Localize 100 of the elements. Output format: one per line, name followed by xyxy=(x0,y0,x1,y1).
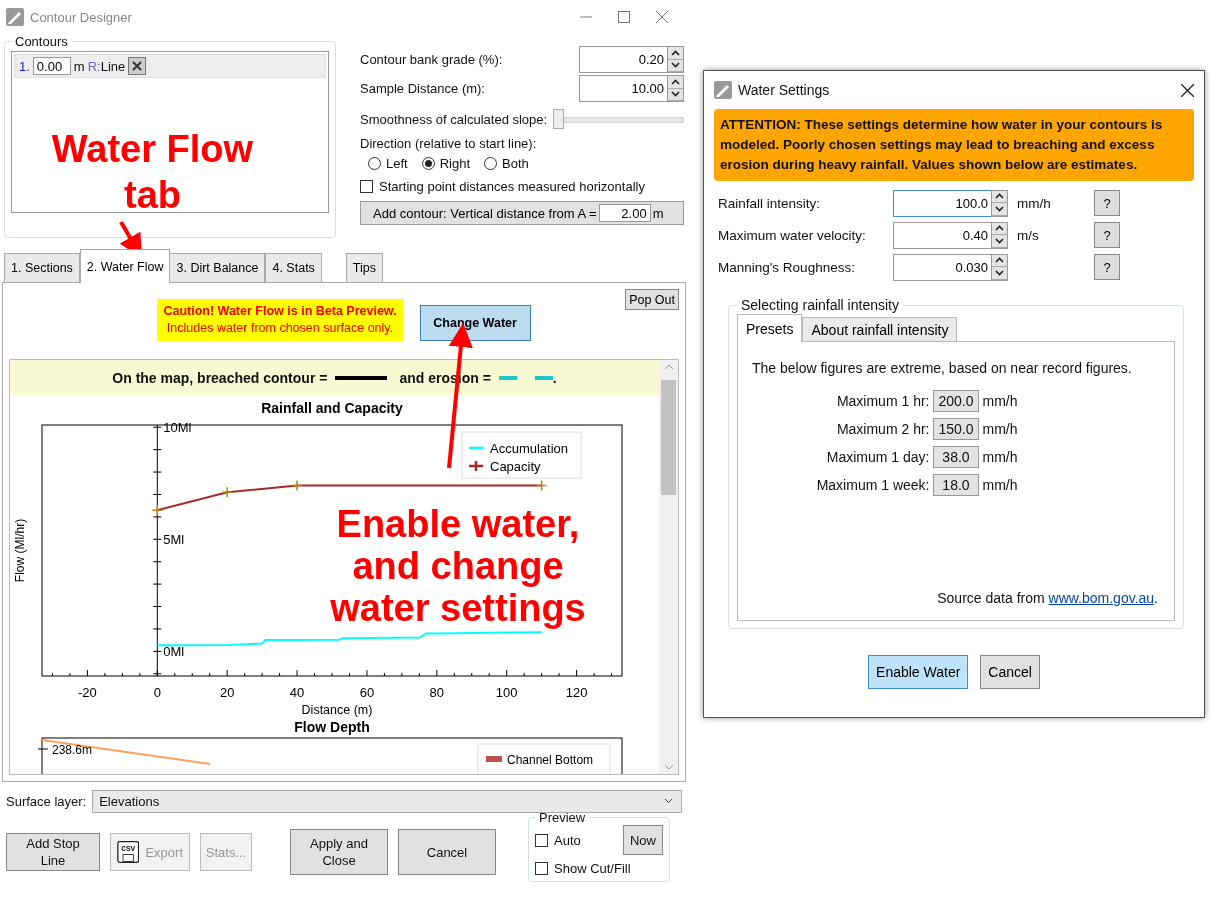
help-button[interactable]: ? xyxy=(1094,222,1120,248)
tick-label: 80 xyxy=(429,685,445,700)
scrollbar[interactable] xyxy=(659,360,678,774)
field-label: Sample Distance (m): xyxy=(360,81,485,96)
now-button[interactable]: Now xyxy=(623,825,663,855)
checkbox[interactable] xyxy=(360,179,373,193)
tick-label: 40 xyxy=(289,685,305,700)
chevron-up-icon xyxy=(995,225,1004,232)
tab[interactable]: 1. Sections xyxy=(4,253,80,283)
number-field[interactable]: 0.40 xyxy=(893,221,991,249)
preset-label: Maximum 1 hr: xyxy=(835,393,930,409)
apply-and-close-button[interactable]: Apply and Close xyxy=(290,829,388,875)
legend-label: Channel Bottom xyxy=(507,753,594,767)
chart-title: Flow Depth xyxy=(294,720,370,735)
surface-layer-dropdown[interactable]: Elevations xyxy=(92,789,682,813)
tab[interactable]: Tips xyxy=(345,253,383,283)
unit-label: mm/h xyxy=(982,393,1019,409)
spin-up-button[interactable] xyxy=(668,76,683,89)
tab[interactable]: 2. Water Flow xyxy=(79,249,171,283)
chevron-down-icon xyxy=(671,91,680,98)
unit-label: mm/h xyxy=(1016,195,1052,211)
chevron-up-icon xyxy=(995,193,1004,200)
unit-label: m xyxy=(652,205,664,221)
preset-label: Maximum 2 hr: xyxy=(835,421,930,437)
help-button[interactable]: ? xyxy=(1094,190,1120,216)
tick-label: 0 xyxy=(153,685,161,700)
caution-note: Includes water from chosen surface only. xyxy=(165,320,395,337)
group-title: Selecting rainfall intensity xyxy=(740,297,900,313)
cancel-button[interactable]: Cancel xyxy=(980,655,1040,689)
tick-label: 0Ml xyxy=(163,644,185,660)
dropdown-value: Elevations xyxy=(99,793,160,809)
tick-label: 60 xyxy=(359,685,375,700)
spin-up-button[interactable] xyxy=(668,47,683,60)
help-button[interactable]: ? xyxy=(1094,254,1120,280)
chevron-up-icon xyxy=(995,257,1004,264)
spin-up-button[interactable] xyxy=(992,254,1007,267)
annotation-text: Water Flow tab xyxy=(50,127,255,218)
radio-button[interactable] xyxy=(421,156,435,170)
prefix-label: R: xyxy=(87,58,101,74)
field-label: Contour bank grade (%): xyxy=(360,52,503,67)
cancel-button[interactable]: Cancel xyxy=(398,829,496,875)
preset-value[interactable]: 150.0 xyxy=(933,418,979,440)
spin-up-button[interactable] xyxy=(992,190,1007,203)
checkbox[interactable] xyxy=(535,833,548,847)
tab[interactable]: Presets xyxy=(737,314,803,342)
checkbox-label: Starting point distances measured horizontally xyxy=(379,178,645,194)
field-label: Maximum water velocity: xyxy=(718,227,867,243)
add-contour-button[interactable]: Add contour: Vertical distance from A = 2.00 m xyxy=(360,201,684,225)
distance-field[interactable]: 2.00 xyxy=(598,204,651,222)
radio-button[interactable] xyxy=(484,156,498,170)
tab[interactable]: About rainfall intensity xyxy=(802,317,958,342)
source-link[interactable]: www.bom.gov.au xyxy=(1048,590,1155,606)
close-icon xyxy=(132,61,143,71)
preset-value[interactable]: 18.0 xyxy=(933,474,979,496)
chevron-down-icon xyxy=(995,269,1004,276)
change-water-button[interactable]: Change Water xyxy=(419,305,531,341)
tick-mark xyxy=(37,748,49,750)
spin-up-button[interactable] xyxy=(992,222,1007,235)
data-marker xyxy=(535,479,548,492)
legend-swatch xyxy=(467,459,485,473)
legend-text: On the map, breached contour = xyxy=(112,369,328,386)
checkbox[interactable] xyxy=(535,861,548,875)
number-field[interactable]: 10.00 xyxy=(579,75,667,102)
number-field[interactable]: 100.0 xyxy=(893,189,991,217)
contour-row[interactable]: 1. 0.00 m R:Line xyxy=(14,54,326,78)
radio-label: Left xyxy=(386,155,408,171)
maximize-icon[interactable] xyxy=(618,11,630,23)
delete-button[interactable] xyxy=(128,57,147,75)
slider-track[interactable] xyxy=(553,109,684,129)
tick-label: 10Ml xyxy=(163,420,192,436)
preset-value[interactable]: 200.0 xyxy=(933,390,979,412)
number-field[interactable]: 0.030 xyxy=(893,253,991,281)
group-title: Contours xyxy=(14,34,69,49)
legend-swatch xyxy=(469,446,483,450)
spin-down-button[interactable] xyxy=(992,267,1007,280)
attention-banner: ATTENTION: These settings determine how water in your contours is modeled. Poorly chosen settings may lead to breaching and excess erosion during heavy rainfall. Values shown below are estimates. xyxy=(714,109,1194,181)
data-marker xyxy=(221,486,233,498)
close-icon[interactable] xyxy=(1181,83,1194,97)
source-text: Source data from www.bom.gov.au. xyxy=(936,590,1159,606)
tick-label: 20 xyxy=(219,685,235,700)
enable-water-button[interactable]: Enable Water xyxy=(868,655,969,689)
preset-value[interactable]: 38.0 xyxy=(933,446,979,468)
number-field[interactable]: 0.20 xyxy=(579,46,667,73)
scrollbar-thumb[interactable] xyxy=(661,380,676,495)
spin-down-button[interactable] xyxy=(992,235,1007,248)
app-icon xyxy=(714,81,732,99)
slider-thumb[interactable] xyxy=(553,109,565,129)
spin-down-button[interactable] xyxy=(992,203,1007,216)
data-marker xyxy=(151,504,164,516)
chevron-up-icon xyxy=(671,49,680,56)
tab[interactable]: 3. Dirt Balance xyxy=(169,253,266,283)
unit-label: m/s xyxy=(1016,227,1040,243)
height-field[interactable]: 0.00 xyxy=(32,57,71,75)
tab[interactable]: 4. Stats xyxy=(265,253,322,283)
preset-label: Maximum 1 day: xyxy=(825,449,930,465)
add-stop-line-button[interactable]: Add Stop Line xyxy=(6,833,100,871)
pop-out-button[interactable]: Pop Out xyxy=(625,289,679,310)
radio-label: Both xyxy=(502,155,529,171)
radio-button[interactable] xyxy=(368,156,381,170)
app-icon xyxy=(6,8,24,26)
